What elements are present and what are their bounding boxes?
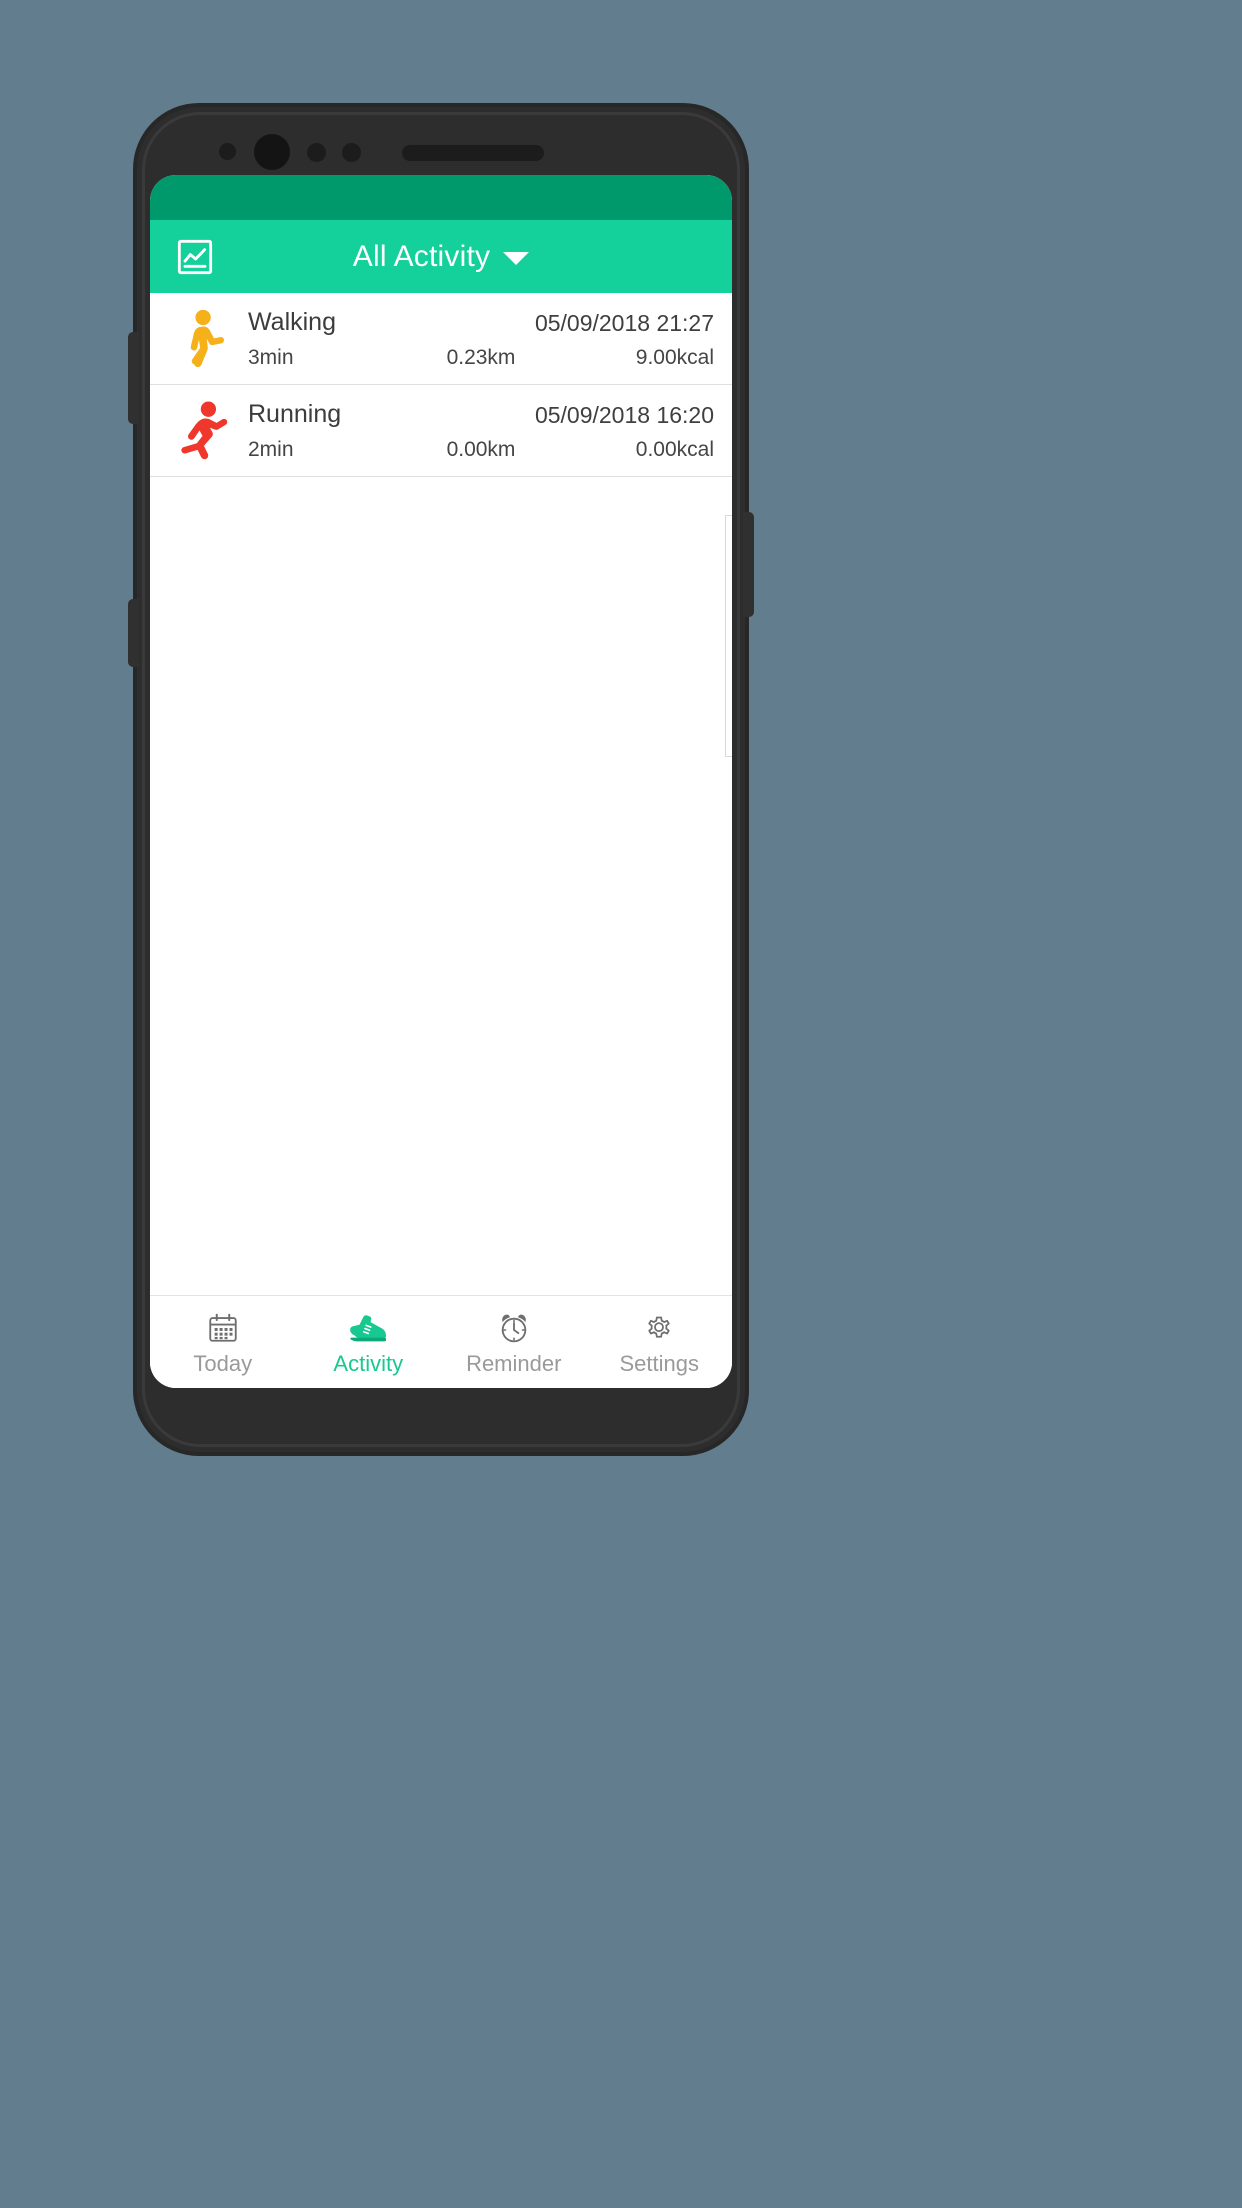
page-title: All Activity bbox=[352, 239, 491, 273]
table-row[interactable]: Running 05/09/2018 16:20 2min 0.00km 0.0… bbox=[150, 385, 732, 477]
nav-label-activity: Activity bbox=[333, 1350, 404, 1376]
nav-item-activity[interactable]: Activity bbox=[296, 1296, 442, 1388]
empty-list-area bbox=[150, 477, 732, 1388]
nav-item-settings[interactable]: Settings bbox=[587, 1296, 733, 1388]
nav-label-reminder: Reminder bbox=[466, 1350, 562, 1376]
phone-screen: All Activity Walking 05/09/2018 21:27 3m… bbox=[150, 175, 732, 1388]
activity-name: Running bbox=[248, 399, 342, 428]
activity-duration: 2min bbox=[248, 437, 294, 461]
activity-distance: 0.00km bbox=[446, 437, 516, 461]
earpiece-speaker bbox=[402, 145, 544, 161]
light-sensor-icon bbox=[342, 143, 361, 162]
status-bar bbox=[150, 175, 732, 220]
front-camera-icon bbox=[254, 134, 290, 170]
app-bar-title-group[interactable]: All Activity bbox=[150, 239, 732, 273]
activity-calories: 0.00kcal bbox=[635, 437, 714, 461]
walking-icon bbox=[176, 307, 234, 371]
power-button[interactable] bbox=[743, 512, 754, 617]
activity-date: 05/09/2018 21:27 bbox=[534, 309, 714, 336]
app-bar: All Activity bbox=[150, 220, 732, 293]
scrollbar[interactable] bbox=[725, 515, 732, 757]
table-row[interactable]: Walking 05/09/2018 21:27 3min 0.23km 9.0… bbox=[150, 293, 732, 385]
nav-label-settings: Settings bbox=[619, 1350, 700, 1376]
nav-label-today: Today bbox=[193, 1350, 253, 1376]
activity-name: Walking bbox=[248, 307, 336, 336]
nav-item-today[interactable]: Today bbox=[150, 1296, 296, 1388]
activity-calories: 9.00kcal bbox=[635, 345, 714, 369]
sneaker-icon bbox=[348, 1310, 388, 1346]
activity-date: 05/09/2018 16:20 bbox=[534, 401, 714, 428]
running-icon bbox=[176, 399, 234, 463]
activity-distance: 0.23km bbox=[446, 345, 516, 369]
iris-sensor-icon bbox=[307, 143, 326, 162]
chart-icon[interactable] bbox=[172, 234, 218, 280]
volume-down-button[interactable] bbox=[128, 599, 139, 667]
volume-up-button[interactable] bbox=[128, 332, 139, 424]
phone-top-bezel bbox=[137, 107, 745, 175]
proximity-sensor-icon bbox=[219, 143, 236, 160]
activity-duration: 3min bbox=[248, 345, 294, 369]
table-row-content: Running 05/09/2018 16:20 2min 0.00km 0.0… bbox=[248, 399, 714, 463]
nav-item-reminder[interactable]: Reminder bbox=[441, 1296, 587, 1388]
alarm-clock-icon bbox=[497, 1310, 531, 1346]
calendar-icon bbox=[206, 1310, 240, 1346]
phone-frame: All Activity Walking 05/09/2018 21:27 3m… bbox=[128, 107, 754, 1452]
activity-list: Walking 05/09/2018 21:27 3min 0.23km 9.0… bbox=[150, 293, 732, 477]
table-row-content: Walking 05/09/2018 21:27 3min 0.23km 9.0… bbox=[248, 307, 714, 371]
gear-icon bbox=[642, 1310, 676, 1346]
bottom-navigation-bar: Today Activity Reminder Settings bbox=[150, 1295, 732, 1388]
chevron-down-icon[interactable] bbox=[503, 252, 530, 265]
